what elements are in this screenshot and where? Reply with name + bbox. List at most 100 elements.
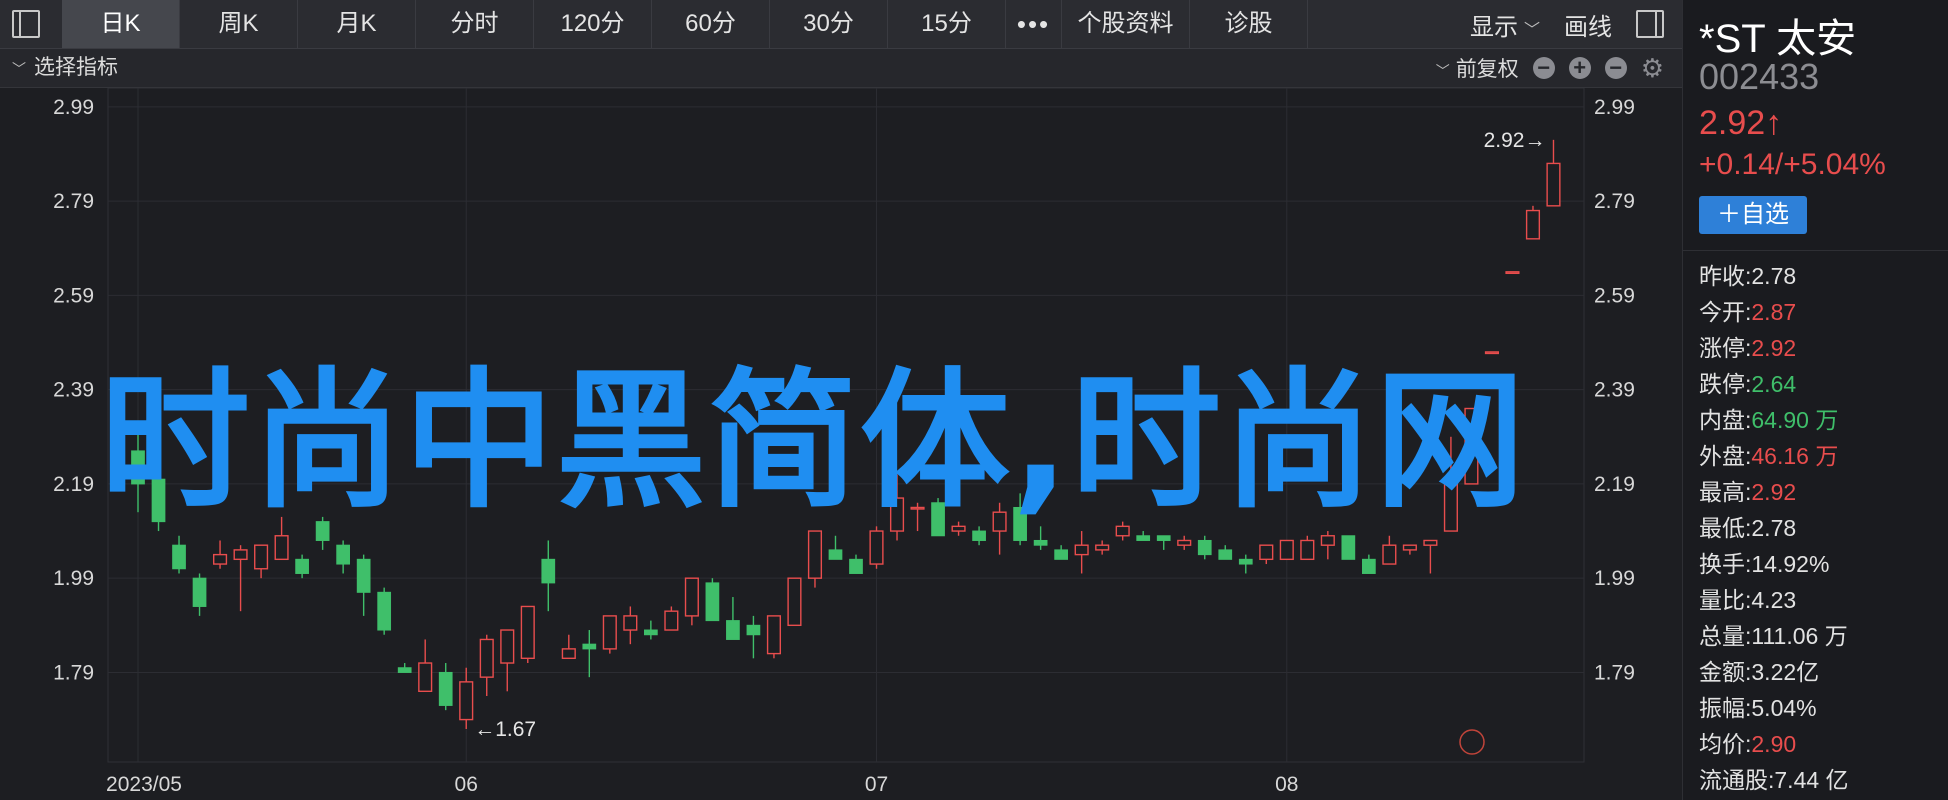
candle-body bbox=[561, 648, 576, 660]
stat-label: 最低: bbox=[1699, 515, 1752, 541]
add-watchlist-button[interactable]: ＋自选 bbox=[1699, 196, 1807, 234]
stat-label: 跌停: bbox=[1699, 371, 1752, 397]
stat-row: 均价:2.90 bbox=[1699, 726, 1849, 762]
candle-body bbox=[192, 577, 207, 607]
quote-stats: 昨收:2.78 今开:2.87 涨停:2.92 跌停:2.64 内盘:64.90 万外盘… bbox=[1699, 258, 1849, 798]
more-periods-button[interactable]: ••• bbox=[1006, 0, 1062, 48]
select-indicator-dropdown[interactable]: ﹀ 选择指标 bbox=[12, 49, 118, 88]
stat-value: 2.64 bbox=[1751, 371, 1797, 397]
y-tick-label-right: 1.79 bbox=[1594, 661, 1635, 684]
tab-diagnosis[interactable]: 诊股 bbox=[1190, 0, 1308, 48]
candle-body bbox=[1546, 162, 1561, 207]
candle-body bbox=[1238, 558, 1253, 565]
x-tick-label: 07 bbox=[865, 773, 888, 796]
candle-body bbox=[1197, 539, 1212, 556]
stat-value: 64.90 万 bbox=[1751, 407, 1839, 433]
stat-row: 振幅:5.04% bbox=[1699, 690, 1849, 726]
zoom-in-icon[interactable]: + bbox=[1568, 57, 1591, 79]
tab-60min[interactable]: 60分 bbox=[652, 0, 770, 48]
stat-value: 111.06 万 bbox=[1751, 623, 1848, 649]
sidebar-toggle-button[interactable] bbox=[6, 6, 46, 42]
tab-intraday[interactable]: 分时 bbox=[416, 0, 534, 48]
stat-value: 3.22亿 bbox=[1751, 659, 1820, 685]
stat-label: 量比: bbox=[1699, 587, 1752, 613]
tab-30min[interactable]: 30分 bbox=[770, 0, 888, 48]
stat-value: 2.92 bbox=[1751, 479, 1797, 505]
candle-body bbox=[418, 662, 433, 693]
tab-120min[interactable]: 120分 bbox=[534, 0, 652, 48]
y-tick-label-left: 2.99 bbox=[53, 96, 94, 119]
candle-body bbox=[459, 681, 474, 721]
indicator-bar: ﹀ 选择指标 ﹀ 前复权 − + − ⚙ bbox=[0, 49, 1682, 88]
remove-icon[interactable]: − bbox=[1604, 57, 1627, 79]
zoom-out-icon[interactable]: − bbox=[1532, 57, 1555, 79]
max-price-label: 2.92→ bbox=[1484, 129, 1546, 152]
display-menu[interactable]: 显示 ﹀ bbox=[1470, 7, 1540, 42]
tab-weekly-k[interactable]: 周K bbox=[180, 0, 298, 48]
tab-monthly-k[interactable]: 月K bbox=[298, 0, 416, 48]
stat-label: 今开: bbox=[1699, 299, 1752, 325]
select-indicator-label: 选择指标 bbox=[34, 56, 118, 79]
candle-body bbox=[541, 558, 556, 584]
candle-body bbox=[746, 624, 761, 636]
x-tick-label: 08 bbox=[1275, 773, 1298, 796]
stat-label: 内盘: bbox=[1699, 407, 1752, 433]
candle-body bbox=[233, 549, 248, 561]
stat-row: 跌停:2.64 bbox=[1699, 366, 1849, 402]
candle-body bbox=[1423, 539, 1438, 546]
candle-body bbox=[1320, 535, 1335, 546]
y-tick-label-left: 1.99 bbox=[53, 567, 94, 590]
stat-row: 最低:2.78 bbox=[1699, 510, 1849, 546]
stat-value: 2.90 bbox=[1751, 731, 1797, 757]
y-tick-label-left: 2.79 bbox=[53, 190, 94, 213]
stat-value: 2.87 bbox=[1751, 299, 1797, 325]
candle-body bbox=[766, 615, 782, 655]
stat-value: 4.23 bbox=[1751, 587, 1797, 613]
candle-body bbox=[684, 577, 699, 617]
stat-row: 金额:3.22亿 bbox=[1699, 654, 1849, 690]
candle-body bbox=[1341, 535, 1356, 560]
chevron-down-icon: ﹀ bbox=[1523, 21, 1540, 39]
stat-value: 14.92% bbox=[1751, 551, 1830, 577]
candle-body bbox=[849, 558, 863, 574]
panel-right-icon[interactable] bbox=[1636, 10, 1664, 38]
y-tick-label-left: 1.79 bbox=[53, 661, 94, 684]
candle-body bbox=[643, 629, 658, 636]
candle-body bbox=[1259, 544, 1274, 561]
stat-label: 涨停: bbox=[1699, 335, 1752, 361]
stat-label: 最高: bbox=[1699, 479, 1752, 505]
candle-body bbox=[1361, 558, 1376, 574]
x-tick-label: 2023/05 bbox=[106, 773, 182, 796]
y-tick-label-left: 2.59 bbox=[53, 284, 94, 307]
candle-body bbox=[274, 535, 289, 561]
gear-icon[interactable]: ⚙ bbox=[1641, 55, 1664, 81]
tab-15min[interactable]: 15分 bbox=[888, 0, 1006, 48]
stat-row: 内盘:64.90 万 bbox=[1699, 402, 1849, 438]
candle-body bbox=[397, 667, 412, 673]
candle-body bbox=[1218, 549, 1233, 560]
adjust-dropdown[interactable]: ﹀ 前复权 bbox=[1436, 53, 1519, 83]
chevron-down-icon: ﹀ bbox=[1435, 63, 1450, 79]
stat-value: 5.04% bbox=[1751, 695, 1817, 721]
stat-row: 量比:4.23 bbox=[1699, 582, 1849, 618]
stat-row: 外盘:46.16 万 bbox=[1699, 438, 1849, 474]
y-tick-label-left: 2.39 bbox=[53, 379, 94, 402]
stat-row: 涨停:2.92 bbox=[1699, 330, 1849, 366]
tab-daily-k[interactable]: 日K bbox=[62, 0, 180, 48]
stat-label: 振幅: bbox=[1699, 695, 1752, 721]
panel-left-icon bbox=[12, 10, 40, 38]
stat-row: 最高:2.92 bbox=[1699, 474, 1849, 510]
candle-body bbox=[807, 530, 823, 579]
adjust-label: 前复权 bbox=[1455, 58, 1519, 81]
x-tick-label: 06 bbox=[455, 773, 478, 796]
candle-body bbox=[1402, 544, 1417, 551]
stat-row: 昨收:2.78 bbox=[1699, 258, 1849, 294]
candle-body bbox=[1177, 539, 1192, 546]
candle-body bbox=[172, 544, 186, 570]
quote-sidebar: *ST 太安 002433 2.92↑ +0.14/+5.04% ＋自选 昨收:… bbox=[1682, 0, 1948, 800]
candle-body bbox=[1505, 271, 1520, 275]
draw-line-button[interactable]: 画线 bbox=[1564, 7, 1612, 42]
tab-stock-profile[interactable]: 个股资料 bbox=[1062, 0, 1190, 48]
y-tick-label-right: 2.59 bbox=[1594, 284, 1635, 307]
candle-body bbox=[1074, 544, 1089, 556]
